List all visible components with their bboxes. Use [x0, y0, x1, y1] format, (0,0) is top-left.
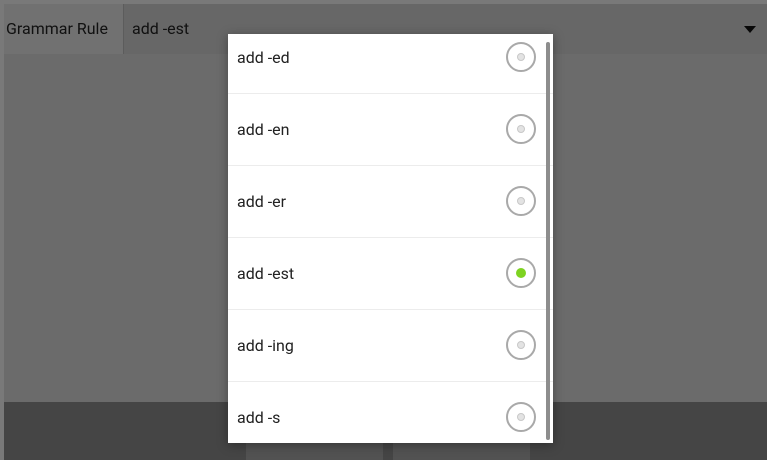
- scrollbar[interactable]: [546, 42, 550, 440]
- radio-dot: [517, 341, 525, 349]
- option-add-est[interactable]: add -est: [228, 238, 553, 310]
- radio-button[interactable]: [506, 330, 536, 360]
- option-add-ed[interactable]: add -ed: [228, 34, 553, 94]
- radio-dot: [517, 125, 525, 133]
- radio-button-selected[interactable]: [506, 258, 536, 288]
- option-add-s[interactable]: add -s: [228, 382, 553, 443]
- radio-button[interactable]: [506, 402, 536, 432]
- radio-dot: [517, 197, 525, 205]
- options-list: add -ed add -en add -er add -est add -in…: [228, 34, 553, 443]
- option-add-er[interactable]: add -er: [228, 166, 553, 238]
- option-label: add -s: [237, 408, 281, 427]
- option-label: add -est: [237, 264, 295, 283]
- option-label: add -ing: [237, 336, 294, 355]
- radio-button[interactable]: [506, 186, 536, 216]
- option-label: add -er: [237, 192, 287, 211]
- radio-dot: [517, 413, 525, 421]
- radio-button[interactable]: [506, 42, 536, 72]
- radio-dot: [516, 268, 526, 278]
- option-add-en[interactable]: add -en: [228, 94, 553, 166]
- option-label: add -ed: [237, 48, 290, 67]
- option-add-ing[interactable]: add -ing: [228, 310, 553, 382]
- option-label: add -en: [237, 120, 290, 139]
- radio-button[interactable]: [506, 114, 536, 144]
- radio-dot: [517, 53, 525, 61]
- options-dialog: add -ed add -en add -er add -est add -in…: [228, 34, 553, 443]
